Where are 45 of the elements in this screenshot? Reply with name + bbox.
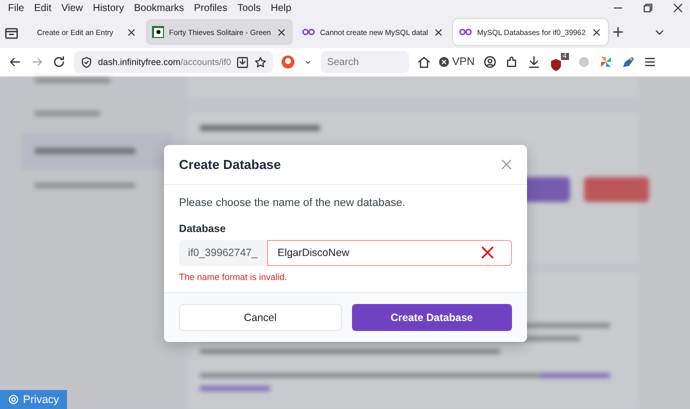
pencil-icon[interactable] (620, 55, 635, 69)
pinwheel-icon[interactable] (598, 55, 613, 69)
close-icon[interactable] (672, 2, 684, 14)
database-name-field[interactable]: ElgarDiscoNew (266, 240, 512, 266)
duck-logo-icon[interactable] (281, 55, 296, 69)
cancel-button[interactable]: Cancel (179, 304, 342, 331)
create-button[interactable]: Create Database (352, 304, 512, 331)
menu-item[interactable]: History (88, 2, 129, 14)
home-icon[interactable] (417, 55, 432, 69)
menu-item[interactable]: Tools (232, 2, 266, 14)
error-message: The name format is invalid. (179, 272, 288, 282)
menu-item[interactable]: Profiles (189, 2, 232, 14)
menu-item[interactable]: Edit (29, 2, 56, 14)
field-label: Database (179, 223, 227, 235)
shield-icon[interactable] (80, 56, 93, 68)
infinity-icon (302, 28, 315, 36)
menu-item[interactable]: Bookmarks (128, 2, 189, 14)
account-icon[interactable] (482, 55, 497, 69)
close-icon[interactable] (126, 26, 137, 38)
invalid-x-icon (481, 246, 494, 259)
download-page-icon[interactable] (236, 56, 250, 68)
reload-icon[interactable] (52, 55, 66, 69)
dialog-prompt: Please choose the name of the new database. (179, 197, 406, 209)
close-icon[interactable] (433, 26, 444, 38)
download-icon[interactable] (526, 55, 541, 69)
menu-icon[interactable] (642, 55, 657, 69)
menu-item[interactable]: View (56, 2, 88, 14)
dialog-title: Create Database (179, 157, 281, 172)
database-prefix: if0_39962747_ (179, 240, 266, 266)
privacy-button[interactable]: Privacy (0, 390, 68, 409)
vpn-button[interactable]: VPN (439, 56, 475, 68)
close-icon[interactable] (276, 26, 287, 38)
menu-item[interactable]: Help (266, 2, 296, 14)
search-field[interactable]: Search (321, 51, 410, 73)
extensions-icon[interactable] (504, 55, 519, 69)
close-icon[interactable] (590, 26, 602, 38)
menu-item[interactable]: File (3, 2, 30, 14)
address-field[interactable]: dash.infinityfree.com/accounts/if0 (74, 51, 274, 73)
back-icon[interactable] (8, 55, 22, 69)
restore-icon[interactable] (642, 2, 654, 14)
vpn-off-icon (439, 57, 450, 67)
new-tab-icon[interactable] (610, 25, 625, 39)
infinity-icon (459, 28, 472, 36)
star-icon[interactable] (254, 56, 268, 68)
shield-icon[interactable] (548, 58, 563, 72)
